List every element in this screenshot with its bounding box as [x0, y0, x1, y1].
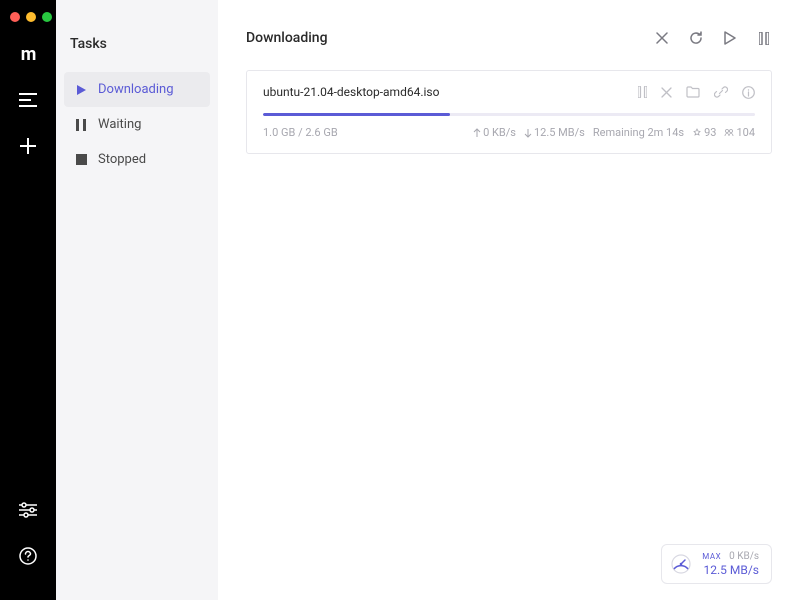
window-close-dot[interactable]	[10, 12, 20, 22]
task-seeds: 93	[692, 126, 716, 139]
task-stats: 0 KB/s 12.5 MB/s Remaining 2m 14s 93 104	[473, 126, 755, 139]
stop-icon	[74, 153, 88, 167]
header-actions	[654, 30, 772, 46]
window-zoom-dot[interactable]	[42, 12, 52, 22]
tasks-sidebar: Tasks Downloading Waiting Stopped	[56, 0, 218, 600]
task-stats-row: 1.0 GB / 2.6 GB 0 KB/s 12.5 MB/s Remaini…	[263, 126, 755, 139]
task-peers: 104	[724, 126, 755, 139]
play-icon	[74, 83, 88, 97]
pause-icon	[74, 118, 88, 132]
task-upload-speed: 0 KB/s	[473, 126, 516, 139]
refresh-icon[interactable]	[688, 30, 704, 46]
clear-icon[interactable]	[654, 30, 670, 46]
speed-widget[interactable]: MAX 0 KB/s 12.5 MB/s	[661, 544, 772, 584]
help-icon[interactable]	[14, 542, 42, 570]
sidebar-item-label: Stopped	[98, 152, 146, 167]
app-rail: m	[0, 0, 56, 600]
task-remaining: Remaining 2m 14s	[593, 126, 684, 139]
window-controls	[10, 12, 52, 22]
task-pause-icon[interactable]	[638, 85, 647, 99]
app-logo: m	[14, 40, 42, 68]
sidebar-item-downloading[interactable]: Downloading	[64, 72, 210, 107]
task-header: ubuntu-21.04-desktop-amd64.iso	[263, 85, 755, 99]
speed-download: 12.5 MB/s	[704, 563, 759, 577]
task-download-speed: 12.5 MB/s	[524, 126, 585, 139]
task-link-icon[interactable]	[714, 85, 728, 99]
task-actions	[638, 85, 755, 99]
resume-all-icon[interactable]	[722, 30, 738, 46]
task-folder-icon[interactable]	[686, 85, 700, 99]
progress-bar	[263, 113, 755, 116]
speed-text: MAX 0 KB/s 12.5 MB/s	[702, 551, 759, 577]
menu-icon[interactable]	[14, 86, 42, 114]
window-minimize-dot[interactable]	[26, 12, 36, 22]
speed-max-label: MAX	[702, 552, 721, 562]
sidebar-item-waiting[interactable]: Waiting	[64, 107, 210, 142]
main-panel: Downloading ubuntu-21.04-desktop-amd64.	[218, 0, 800, 600]
settings-icon[interactable]	[14, 496, 42, 524]
task-card[interactable]: ubuntu-21.04-desktop-amd64.iso	[246, 70, 772, 154]
speed-upload: 0 KB/s	[729, 551, 759, 563]
task-delete-icon[interactable]	[661, 85, 672, 99]
pause-all-icon[interactable]	[756, 30, 772, 46]
task-info-icon[interactable]	[742, 85, 755, 99]
sidebar-item-stopped[interactable]: Stopped	[64, 142, 210, 177]
gauge-icon	[670, 553, 692, 575]
main-header: Downloading	[246, 30, 772, 46]
sidebar-item-label: Waiting	[98, 117, 141, 132]
page-title: Downloading	[246, 30, 328, 46]
sidebar-item-label: Downloading	[98, 82, 174, 97]
sidebar-title: Tasks	[56, 36, 218, 72]
task-size: 1.0 GB / 2.6 GB	[263, 126, 338, 139]
task-filename: ubuntu-21.04-desktop-amd64.iso	[263, 85, 439, 99]
progress-fill	[263, 113, 450, 116]
add-icon[interactable]	[14, 132, 42, 160]
